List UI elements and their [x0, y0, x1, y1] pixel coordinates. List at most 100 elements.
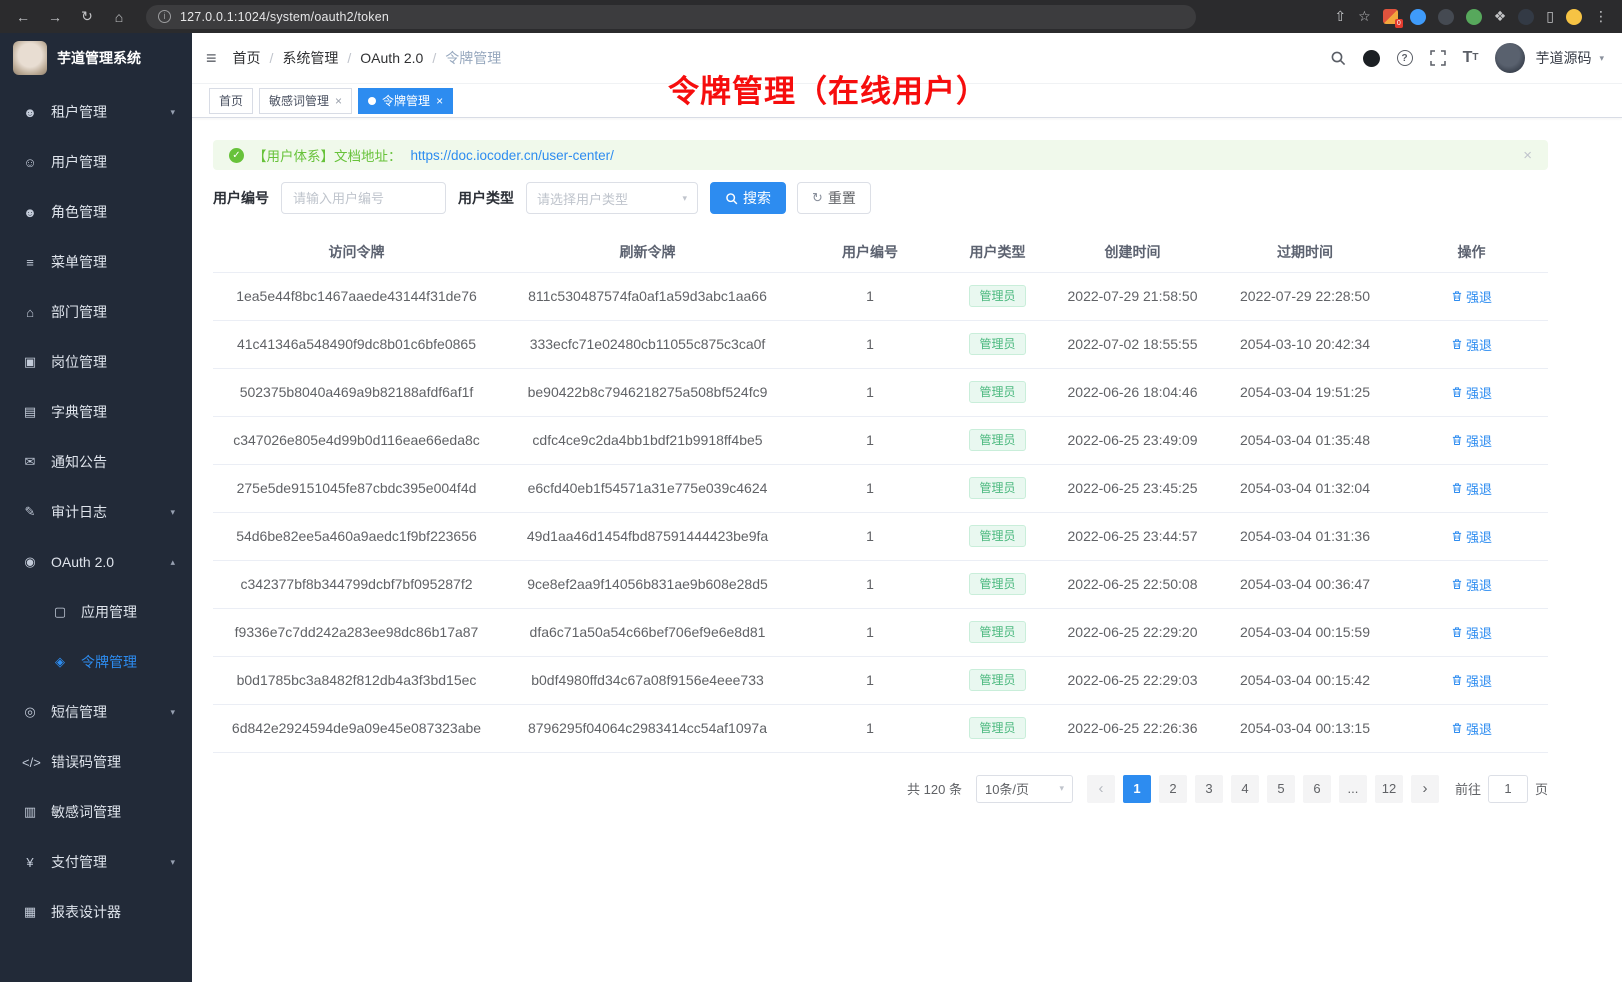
user-id-cell: 1 [795, 368, 945, 416]
sidebar-item-token-management[interactable]: ◈令牌管理 [0, 637, 192, 687]
app-logo[interactable]: 芋道管理系统 [0, 33, 192, 83]
home-icon[interactable]: ⌂ [110, 9, 128, 25]
table-header-row: 访问令牌刷新令牌用户编号用户类型创建时间过期时间操作 [213, 232, 1548, 272]
user-avatar[interactable] [1495, 43, 1525, 73]
user-name[interactable]: 芋道源码 [1535, 48, 1591, 68]
force-logout-button[interactable]: 强退 [1451, 671, 1492, 690]
force-logout-button[interactable]: 强退 [1451, 431, 1492, 450]
sidebar-item-post-management[interactable]: ▣岗位管理 [0, 337, 192, 387]
force-logout-button[interactable]: 强退 [1451, 623, 1492, 642]
force-logout-button[interactable]: 强退 [1451, 719, 1492, 738]
page-content: ✓ 【用户体系】文档地址： https://doc.iocoder.cn/use… [192, 118, 1622, 803]
github-icon[interactable] [1363, 50, 1380, 67]
sidebar-collapse-icon[interactable]: ≡ [206, 48, 217, 69]
page-button-1[interactable]: 1 [1123, 775, 1151, 803]
page-button-12[interactable]: 12 [1375, 775, 1403, 803]
tab-token-management[interactable]: 令牌管理× [358, 88, 453, 114]
more-pages-button[interactable]: ... [1339, 775, 1367, 803]
extension-blue-icon[interactable] [1410, 9, 1426, 25]
user-type-select[interactable]: 请选择用户类型 ▾ [526, 182, 698, 214]
sidebar-item-dept-management[interactable]: ⌂部门管理 [0, 287, 192, 337]
profile-avatar-icon[interactable] [1566, 9, 1582, 25]
help-icon[interactable]: ? [1397, 50, 1413, 66]
sidebar-item-sms-management[interactable]: ◎短信管理▾ [0, 687, 192, 737]
action-cell: 强退 [1395, 560, 1548, 608]
force-logout-button[interactable]: 强退 [1451, 383, 1492, 402]
reload-icon[interactable]: ↻ [78, 8, 96, 25]
breadcrumb-item[interactable]: OAuth 2.0 [360, 50, 423, 66]
search-icon[interactable] [1330, 50, 1346, 66]
sidebar-item-user-management[interactable]: ☺用户管理 [0, 137, 192, 187]
next-page-button[interactable]: › [1411, 775, 1439, 803]
force-logout-button[interactable]: 强退 [1451, 287, 1492, 306]
back-icon[interactable]: ← [14, 9, 32, 25]
address-bar[interactable]: i 127.0.0.1:1024/system/oauth2/token [146, 5, 1196, 29]
sidebar-item-error-code-management[interactable]: </>错误码管理 [0, 737, 192, 787]
sidebar-item-oauth2[interactable]: ◉OAuth 2.0▴ [0, 537, 192, 587]
tab-close-icon[interactable]: × [436, 94, 443, 108]
alert-close-icon[interactable]: × [1523, 147, 1532, 164]
table-row: b0d1785bc3a8482f812db4a3f3bd15ecb0df4980… [213, 656, 1548, 704]
user-id-input[interactable] [281, 182, 446, 214]
tab-sensitive-word-management[interactable]: 敏感词管理× [259, 88, 352, 114]
force-logout-button[interactable]: 强退 [1451, 479, 1492, 498]
table-row: 6d842e2924594de9a09e45e087323abe8796295f… [213, 704, 1548, 752]
page-button-5[interactable]: 5 [1267, 775, 1295, 803]
site-info-icon[interactable]: i [158, 10, 171, 23]
force-logout-button[interactable]: 强退 [1451, 335, 1492, 354]
extension-dark-icon[interactable] [1438, 9, 1454, 25]
active-tab-dot [368, 97, 376, 105]
sidebar-item-app-management[interactable]: ▢应用管理 [0, 587, 192, 637]
reset-button[interactable]: ↻ 重置 [797, 182, 871, 214]
page-button-3[interactable]: 3 [1195, 775, 1223, 803]
extension-flask-icon[interactable] [1518, 9, 1534, 25]
prev-page-button[interactable]: ‹ [1087, 775, 1115, 803]
success-check-icon: ✓ [229, 148, 244, 163]
breadcrumb-item[interactable]: 首页 [233, 48, 261, 68]
sidebar-toggle-icon[interactable]: ▯ [1546, 8, 1554, 25]
refresh-token-cell: 9ce8ef2aa9f14056b831ae9b608e28d5 [500, 560, 795, 608]
force-logout-label: 强退 [1466, 335, 1492, 354]
page-button-2[interactable]: 2 [1159, 775, 1187, 803]
tab-close-icon[interactable]: × [335, 94, 342, 108]
page-button-4[interactable]: 4 [1231, 775, 1259, 803]
sidebar-item-menu-management[interactable]: ≡菜单管理 [0, 237, 192, 287]
goto-page-input[interactable] [1488, 775, 1528, 803]
user-type-badge: 管理员 [969, 333, 1025, 355]
tab-home[interactable]: 首页 [209, 88, 253, 114]
fullscreen-icon[interactable] [1430, 50, 1446, 66]
extensions-puzzle-icon[interactable]: ❖ [1494, 8, 1507, 25]
browser-menu-icon[interactable]: ⋮ [1594, 8, 1608, 25]
sidebar-item-sensitive-word-management[interactable]: ▥敏感词管理 [0, 787, 192, 837]
search-button[interactable]: 搜索 [710, 182, 786, 214]
user-type-cell: 管理员 [945, 320, 1050, 368]
share-icon[interactable]: ⇧ [1334, 8, 1346, 25]
sidebar-item-audit-log[interactable]: ✎审计日志▾ [0, 487, 192, 537]
alert-doc-link[interactable]: https://doc.iocoder.cn/user-center/ [411, 148, 614, 163]
force-logout-button[interactable]: 强退 [1451, 575, 1492, 594]
breadcrumb-item[interactable]: 系统管理 [282, 48, 338, 68]
force-logout-button[interactable]: 强退 [1451, 527, 1492, 546]
page-button-6[interactable]: 6 [1303, 775, 1331, 803]
sidebar-item-label: 报表设计器 [51, 902, 121, 922]
create-time-cell: 2022-06-25 22:50:08 [1050, 560, 1215, 608]
extension-badged-icon[interactable]: 0 [1383, 9, 1398, 24]
bookmark-star-icon[interactable]: ☆ [1358, 8, 1371, 25]
sidebar-item-report-designer[interactable]: ▦报表设计器 [0, 887, 192, 937]
forward-icon[interactable]: → [46, 9, 64, 25]
sidebar-item-label: 错误码管理 [51, 752, 121, 772]
sidebar-item-notice-announcement[interactable]: ✉通知公告 [0, 437, 192, 487]
extension-green-icon[interactable] [1466, 9, 1482, 25]
sidebar-item-dict-management[interactable]: ▤字典管理 [0, 387, 192, 437]
access-token-cell: c342377bf8b344799dcbf7bf095287f2 [213, 560, 500, 608]
sidebar-item-role-management[interactable]: ☻角色管理 [0, 187, 192, 237]
user-type-cell: 管理员 [945, 704, 1050, 752]
font-size-icon[interactable]: TT [1463, 50, 1479, 66]
breadcrumb: 首页/系统管理/OAuth 2.0/令牌管理 [233, 48, 502, 68]
table-row: 275e5de9151045fe87cbdc395e004f4de6cfd40e… [213, 464, 1548, 512]
sms-management-icon: ◎ [22, 704, 38, 720]
page-size-select[interactable]: 10条/页 ▾ [976, 775, 1073, 803]
force-logout-label: 强退 [1466, 719, 1492, 738]
sidebar-item-tenant-management[interactable]: ☻租户管理▾ [0, 87, 192, 137]
sidebar-item-payment-management[interactable]: ¥支付管理▾ [0, 837, 192, 887]
